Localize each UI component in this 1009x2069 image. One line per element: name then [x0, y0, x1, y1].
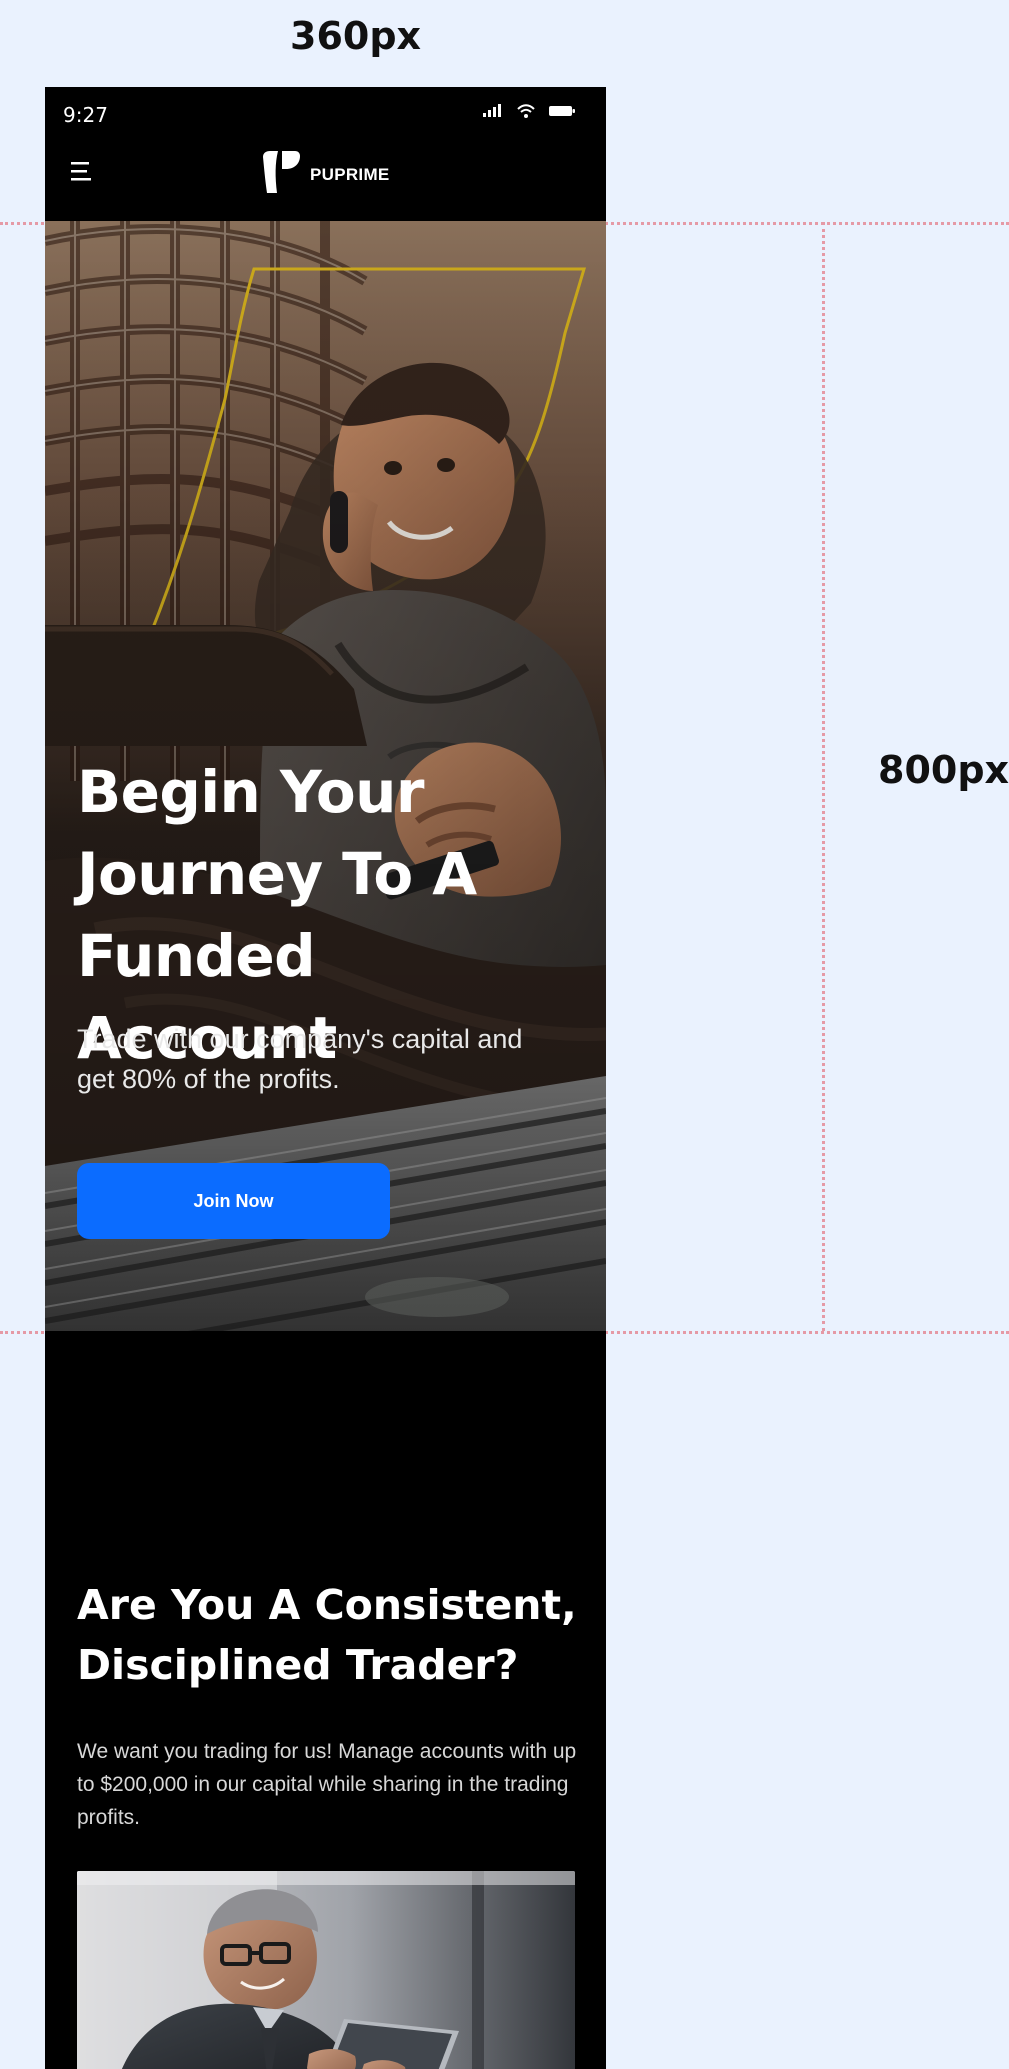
status-icons [482, 103, 576, 124]
hero-subtitle: Trade with our company's capital and get… [77, 1024, 523, 1094]
signal-icon [482, 104, 504, 123]
brand-logo[interactable]: PUPRIME [258, 149, 390, 200]
hamburger-menu-icon [69, 162, 103, 193]
status-bar: 9:27 [45, 87, 606, 135]
battery-icon [548, 104, 576, 123]
height-annotation: 800px [878, 748, 1009, 792]
section-title: Are You A Consistent, Disciplined Trader… [77, 1581, 577, 1689]
vertical-guide-line [822, 222, 825, 1331]
width-annotation: 360px [290, 14, 422, 58]
section-description: We want you trading for us! Manage accou… [77, 1740, 577, 1829]
mobile-screen: 9:27 PUPRIME Begin Your Journey To A Fun… [45, 87, 606, 2069]
top-navigation: PUPRIME [45, 135, 606, 221]
menu-button[interactable] [69, 155, 103, 189]
trader-section: Are You A Consistent, Disciplined Trader… [45, 1331, 606, 2069]
design-canvas: 360px 800px 9:27 PUPRIME Begin Your Jour… [0, 0, 1009, 2069]
puprime-logo-icon [258, 149, 302, 200]
trader-illustration [77, 1871, 575, 2069]
trader-image [77, 1871, 575, 2069]
hero-section: Begin Your Journey To A Funded Account T… [45, 221, 606, 1331]
wifi-icon [516, 103, 536, 124]
join-now-button[interactable]: Join Now [77, 1163, 390, 1239]
brand-name: PUPRIME [310, 164, 390, 184]
status-time: 9:27 [63, 103, 108, 127]
